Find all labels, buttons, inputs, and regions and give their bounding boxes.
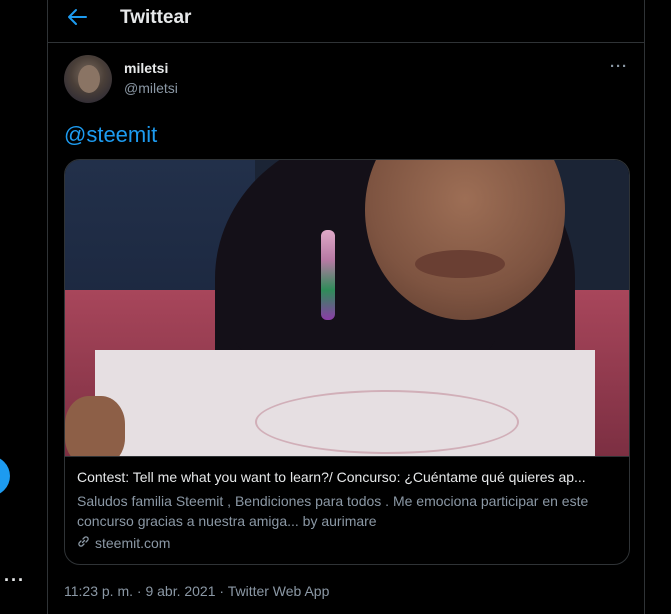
page-title: Twittear [120, 7, 192, 28]
header: Twittear [48, 0, 644, 43]
link-icon [77, 535, 90, 551]
link-card[interactable]: Contest: Tell me what you want to learn?… [64, 159, 630, 565]
author-handle[interactable]: @miletsi [124, 80, 178, 96]
compose-tweet-button[interactable] [0, 456, 10, 496]
main-column: Twittear miletsi @miletsi ··· @steemit C… [47, 0, 645, 614]
author-name[interactable]: miletsi [124, 60, 168, 76]
card-info: Contest: Tell me what you want to learn?… [65, 456, 629, 564]
more-horizontal-icon[interactable]: ··· [610, 58, 628, 75]
tweet-text[interactable]: @steemit [64, 122, 157, 148]
card-description: Saludos familia Steemit , Bendiciones pa… [77, 493, 589, 529]
tweet-timestamp[interactable]: 11:23 p. m. · 9 abr. 2021 · Twitter Web … [64, 583, 329, 599]
card-image [65, 160, 629, 456]
card-domain: steemit.com [95, 535, 171, 551]
more-options-icon[interactable]: ··· [4, 570, 25, 591]
arrow-left-icon[interactable] [66, 6, 92, 32]
card-title: Contest: Tell me what you want to learn?… [77, 469, 586, 485]
left-sidebar: ··· [0, 0, 47, 614]
avatar[interactable] [64, 55, 112, 103]
